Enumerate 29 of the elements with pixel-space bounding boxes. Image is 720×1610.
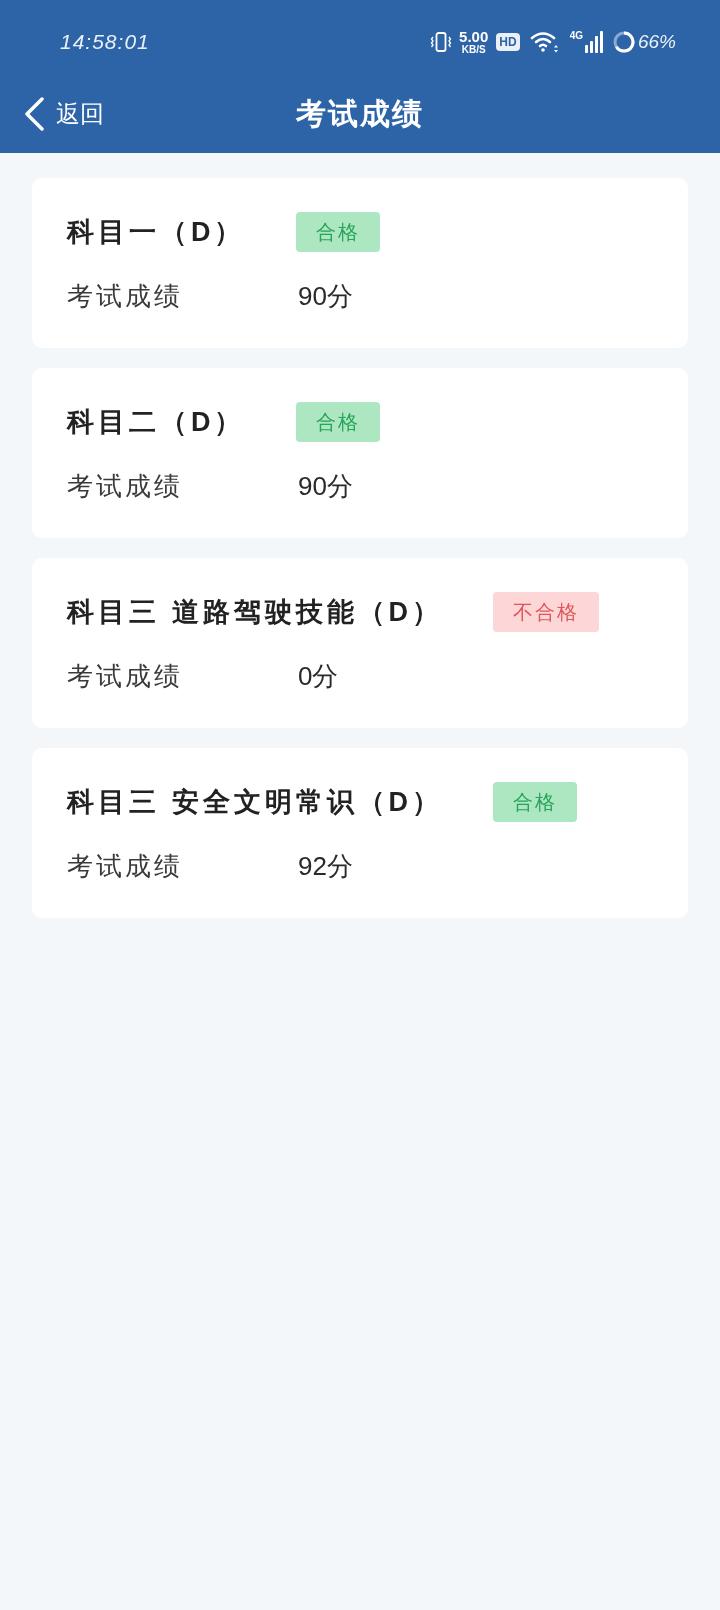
result-status-badge: 不合格 [493, 592, 599, 632]
subject-title: 科目三 安全文明常识（D） [67, 785, 443, 819]
subject-title: 科目一（D） [67, 215, 246, 249]
score-label: 考试成绩 [67, 469, 184, 503]
hd-badge: HD [496, 33, 520, 51]
score-value: 90分 [298, 279, 353, 313]
battery-ring-icon [612, 31, 635, 53]
score-label: 考试成绩 [67, 659, 184, 693]
battery-percent: 66% [637, 29, 676, 54]
score-label: 考试成绩 [67, 279, 184, 313]
network-speed-unit: KB/S [461, 45, 486, 55]
result-status-badge: 合格 [493, 782, 577, 822]
subject-title: 科目二（D） [67, 405, 246, 439]
back-button[interactable]: 返回 [24, 95, 104, 132]
signal-icon [584, 31, 603, 53]
result-status-badge: 合格 [295, 402, 380, 442]
network-speed: 5.00 [459, 29, 489, 44]
vibrate-icon [430, 31, 453, 53]
result-status-badge: 合格 [295, 212, 380, 252]
status-time: 14:58:01 [60, 29, 150, 56]
score-label: 考试成绩 [67, 849, 184, 883]
chevron-left-icon [24, 96, 44, 131]
network-type: 4G [569, 31, 583, 41]
subject-title: 科目三 道路驾驶技能（D） [67, 595, 443, 629]
score-value: 90分 [298, 469, 353, 503]
score-value: 0分 [298, 659, 339, 693]
wifi-icon [529, 31, 560, 53]
score-value: 92分 [298, 849, 353, 883]
page-title: 考试成绩 [296, 96, 424, 132]
